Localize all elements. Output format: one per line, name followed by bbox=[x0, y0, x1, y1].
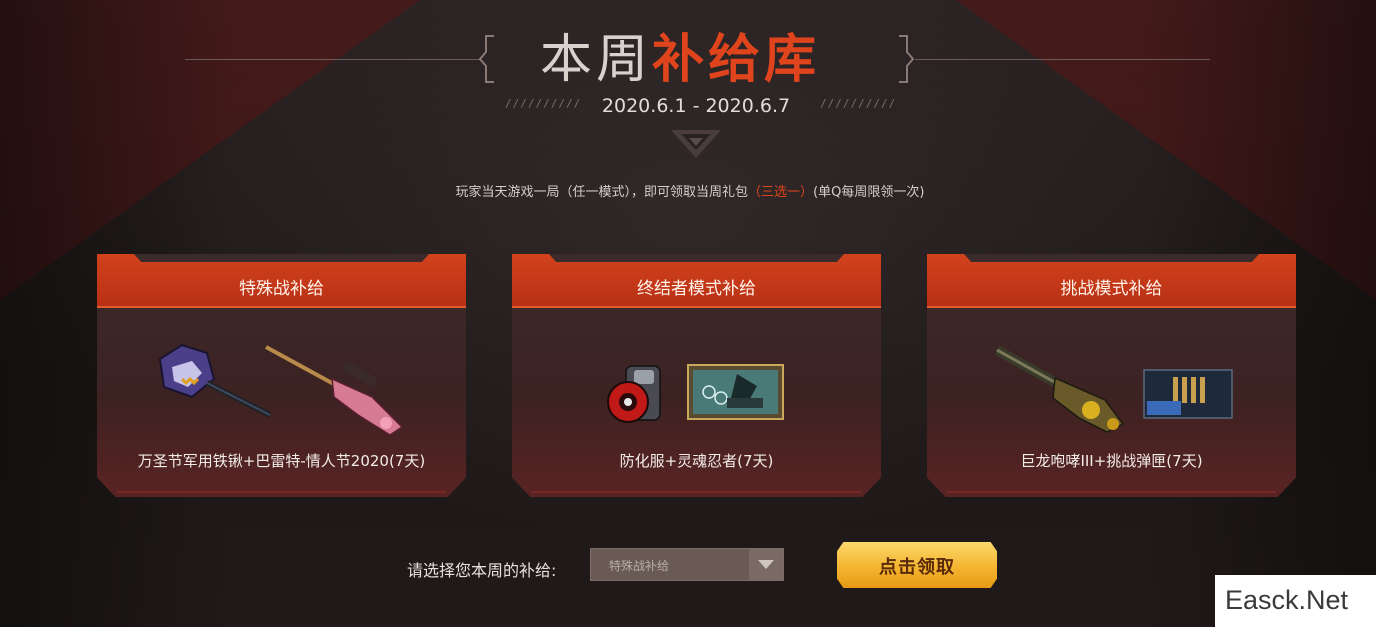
select-arrow-button[interactable] bbox=[749, 549, 783, 580]
chevron-down-icon bbox=[671, 130, 721, 158]
card-title: 挑战模式补给 bbox=[1060, 279, 1163, 299]
supply-select-value: 特殊战补给 bbox=[609, 559, 670, 573]
claim-button[interactable]: 点击领取 bbox=[837, 542, 997, 588]
notice-highlight: （三选一） bbox=[748, 185, 814, 200]
supply-card-special-war[interactable]: 特殊战补给 万圣节军用铁锹+巴雷特-情人节2020(7天) bbox=[97, 254, 466, 497]
notice-prefix: 玩家当天游戏一局（任一模式），即可领取当周礼包 bbox=[455, 185, 749, 200]
shovel-icon bbox=[158, 343, 272, 418]
card-title: 特殊战补给 bbox=[239, 279, 324, 299]
ammo-magazine-icon bbox=[1143, 369, 1233, 419]
card-divider bbox=[532, 491, 861, 493]
chevron-down-icon bbox=[758, 560, 774, 569]
soul-ninja-card-icon bbox=[687, 364, 784, 420]
card-description: 巨龙咆哮III+挑战弹匣(7天) bbox=[1020, 452, 1203, 470]
bracket-right-icon bbox=[899, 35, 915, 83]
slash-decoration-right: ////////// bbox=[820, 97, 897, 110]
bracket-left-icon bbox=[478, 35, 494, 83]
card-items bbox=[512, 334, 881, 434]
card-items bbox=[927, 334, 1296, 434]
supply-select-label: 请选择您本周的补给: bbox=[407, 561, 557, 580]
watermark: Easck.Net bbox=[1215, 575, 1376, 627]
date-range: 2020.6.1 - 2020.6.7 bbox=[601, 95, 791, 117]
card-description: 防化服+灵魂忍者(7天) bbox=[619, 452, 774, 470]
supply-card-challenge[interactable]: 挑战模式补给 巨龙咆哮III+挑战弹匣(7天) bbox=[927, 254, 1296, 497]
watermark-text: Easck.Net bbox=[1225, 585, 1349, 615]
card-items bbox=[97, 334, 466, 436]
supply-select[interactable]: 特殊战补给 bbox=[590, 548, 784, 581]
title-highlight: 补给库 bbox=[652, 30, 821, 90]
title-plain: 本周 bbox=[540, 30, 653, 90]
gatling-gun-icon bbox=[995, 345, 1125, 433]
notice-suffix: (单Q每周限领一次) bbox=[813, 185, 925, 200]
card-description: 万圣节军用铁锹+巴雷特-情人节2020(7天) bbox=[137, 452, 426, 470]
event-notice: 玩家当天游戏一局（任一模式），即可领取当周礼包（三选一）(单Q每周限领一次) bbox=[300, 181, 1080, 200]
claim-button-label: 点击领取 bbox=[879, 557, 955, 578]
card-divider bbox=[117, 491, 446, 493]
header-line-right bbox=[915, 59, 1210, 60]
card-title: 终结者模式补给 bbox=[637, 279, 756, 299]
hazmat-suit-icon bbox=[607, 365, 661, 423]
page-title: 本周补给库 bbox=[540, 28, 860, 92]
supply-card-terminator[interactable]: 终结者模式补给 防化服+灵魂忍者(7天) bbox=[512, 254, 881, 497]
header-line-left bbox=[185, 59, 480, 60]
card-divider bbox=[947, 491, 1276, 493]
slash-decoration-left: ////////// bbox=[505, 97, 582, 110]
sniper-rifle-icon bbox=[265, 345, 404, 436]
